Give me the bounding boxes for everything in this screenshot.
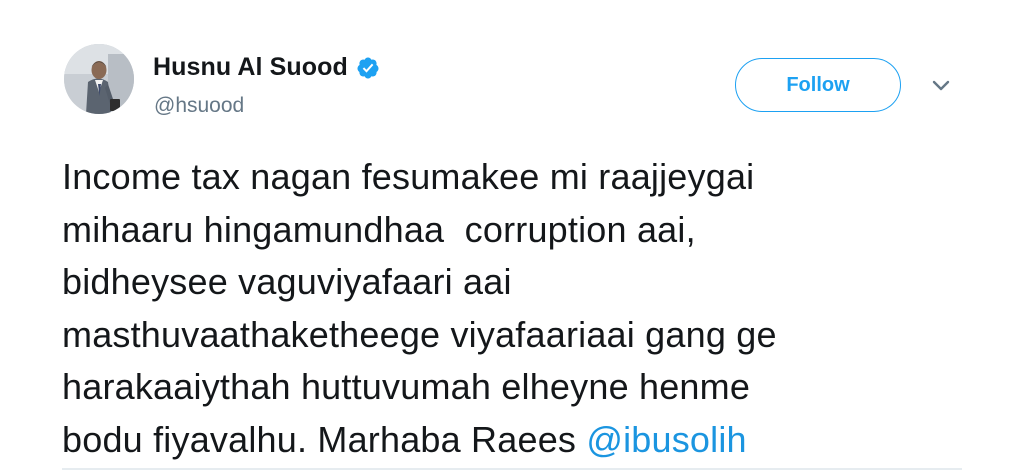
tweet-line: harakaaiythah huttuvumah elheyne henme: [62, 366, 751, 407]
verified-badge-icon: [356, 56, 380, 80]
chevron-down-icon[interactable]: [929, 76, 953, 96]
tweet-text: Income tax nagan fesumakee mi raajjeygai…: [62, 151, 962, 466]
follow-button[interactable]: Follow: [735, 58, 901, 112]
tweet-line-last: bodu fiyavalhu. Marhaba Raees @ibusolih: [62, 414, 962, 467]
tweet-line: bidheysee vaguviyafaari aai: [62, 261, 512, 302]
author-display-name[interactable]: Husnu Al Suood: [153, 53, 348, 82]
author-name-row: Husnu Al Suood: [153, 53, 380, 82]
author-handle[interactable]: @hsuood: [154, 94, 244, 118]
tweet-line: Income tax nagan fesumakee mi raajjeygai: [62, 156, 755, 197]
divider: [62, 468, 962, 470]
tweet-line-text: bodu fiyavalhu. Marhaba Raees: [62, 418, 587, 460]
tweet-line: mihaaru hingamundhaa corruption aai,: [62, 208, 696, 250]
avatar[interactable]: [64, 44, 134, 114]
mention-link[interactable]: @ibusolih: [586, 419, 746, 460]
tweet-card: Husnu Al Suood @hsuood Follow Income tax…: [0, 0, 1024, 473]
tweet-line: masthuvaathaketheege viyafaariaai gang g…: [62, 313, 777, 355]
profile-photo-icon: [64, 44, 134, 114]
